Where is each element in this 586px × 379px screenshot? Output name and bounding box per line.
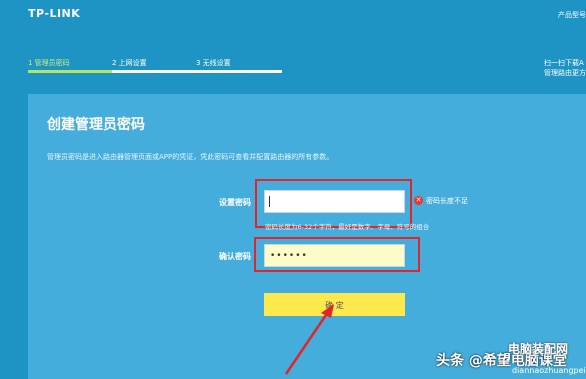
arrow-head xyxy=(321,304,334,318)
site-url-watermark: diannaozhuangpei.com xyxy=(512,366,586,375)
arrow-shaft xyxy=(284,311,330,375)
annotation-arrow xyxy=(284,304,334,375)
site-watermark: 电脑装配网 xyxy=(508,342,569,356)
